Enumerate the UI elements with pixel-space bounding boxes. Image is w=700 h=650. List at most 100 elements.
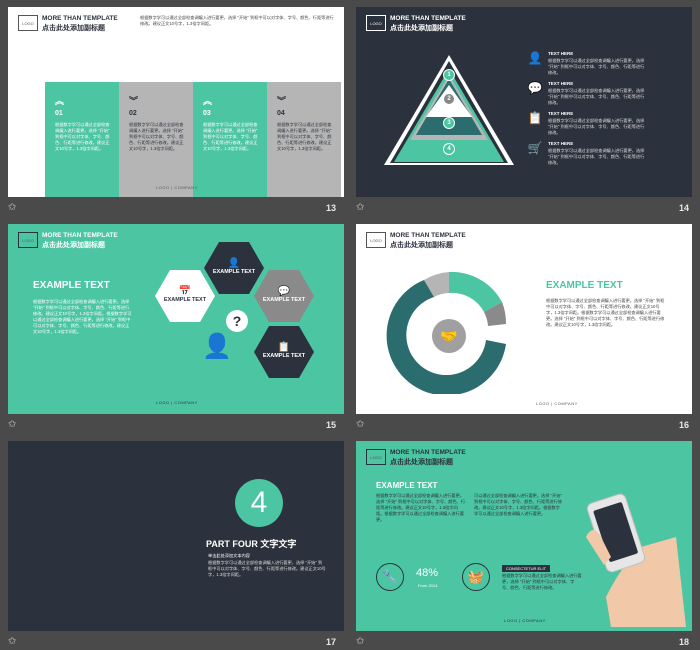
footer-logo: LOGO | COMPANY (156, 185, 198, 190)
part-number-badge: 4 (235, 479, 283, 527)
stat-subtitle: From 2014 (418, 583, 438, 588)
footer-logo: LOGO | COMPANY (156, 400, 198, 405)
chevron-down-icon: ︾ (129, 96, 139, 106)
hex-calendar: 📅 EXAMPLE TEXT (155, 270, 215, 322)
header-cn: 点击此处添加副标题 (390, 25, 453, 32)
clipboard-icon: 📋 (527, 111, 543, 125)
logo-box: LOGO (366, 449, 386, 465)
header-cn: 点击此处添加副标题 (390, 242, 453, 249)
clipboard-icon: 📋 (277, 342, 291, 353)
part-subtitle: 单击此处添加文本内容 (208, 553, 250, 558)
column-number: 01 (55, 110, 63, 117)
cart-icon: 🛒 (527, 141, 543, 155)
wrench-icon: 🔧 (376, 563, 404, 591)
feature-title: TEXT HERE (548, 111, 574, 116)
header-en: MORE THAN TEMPLATE (42, 15, 118, 22)
footer-logo: LOGO | COMPANY (536, 401, 578, 406)
feature-text: 根据数字学可以通过全部检查调编入进行要更，选择 "开始" 到框中可以对字体、字号… (548, 88, 645, 105)
star-icon[interactable]: ✩ (8, 202, 16, 213)
level-4-badge: 4 (443, 143, 455, 155)
hex-label: EXAMPLE TEXT (262, 297, 306, 303)
chevron-up-icon: ︽ (55, 96, 65, 106)
chat-icon: 💬 (277, 286, 291, 297)
stat-percent: 48% (416, 567, 439, 579)
column-text: 根据数字学可以通过全部检查调编入进行要更。选择 "开始" 到框中可以对字体、字号… (203, 122, 258, 151)
star-icon[interactable]: ✩ (8, 419, 16, 430)
column-2: ︾ 02 根据数字学可以通过全部检查调编入进行要更。选择 "开始" 到框中可以对… (119, 82, 193, 197)
header-en: MORE THAN TEMPLATE (390, 15, 466, 22)
person-icon: 👤 (202, 333, 232, 360)
hex-list: 📋 EXAMPLE TEXT (254, 326, 314, 378)
logo-box: LOGO (18, 232, 38, 248)
logo-box: LOGO (366, 15, 386, 31)
phone-in-hand-image (586, 493, 686, 627)
calendar-icon: 📅 (178, 286, 192, 297)
hex-label: EXAMPLE TEXT (212, 269, 256, 275)
feature-text: 根据数字学可以通过全部检查调编入进行要更，选择 "开始" 到框中可以对字体、字号… (548, 58, 645, 75)
header-cn: 点击此处添加副标题 (390, 459, 453, 466)
svg-text:🤝: 🤝 (440, 328, 457, 344)
column-text: 根据数字学可以通过全部检查调编入进行要更。选择 "开始" 到框中可以对字体、字号… (277, 122, 332, 151)
chevron-up-icon: ︽ (203, 96, 213, 106)
column-number: 04 (277, 110, 285, 117)
part-title-en: PART FOUR (206, 539, 258, 549)
text-right: 可以通过全部检查调编入进行要更。选择 "开始" 到框中可以对字体、字号、颜色、行… (474, 493, 562, 516)
slide-17[interactable]: 4 PART FOUR 文字文字 单击此处添加文本内容 根据数字学可以通过全部检… (8, 441, 344, 631)
star-icon[interactable]: ✩ (356, 636, 364, 647)
header-en: MORE THAN TEMPLATE (390, 449, 466, 456)
slide-15[interactable]: LOGO MORE THAN TEMPLATE 点击此处添加副标题 EXAMPL… (8, 224, 344, 414)
feature-text: 根据数字学可以通过全部检查调编入进行要更，选择 "开始" 到框中可以对字体、字号… (548, 148, 645, 165)
slide-13[interactable]: LOGO MORE THAN TEMPLATE 点击此处添加副标题 根据数字学可… (8, 7, 344, 197)
chat-icon: 💬 (527, 81, 543, 95)
slide-18[interactable]: LOGO MORE THAN TEMPLATE 点击此处添加副标题 EXAMPL… (356, 441, 692, 631)
level-3-badge: 3 (443, 117, 455, 129)
user-icon: 👤 (227, 258, 241, 269)
tag-label: CONSECTETUR ELIT (502, 565, 551, 572)
level-2-badge: 2 (443, 93, 455, 105)
hex-user: 👤 EXAMPLE TEXT (204, 242, 264, 294)
column-number: 03 (203, 110, 211, 117)
slide-number: 15 (326, 420, 337, 430)
section-text: 根据数字学可以通过全部检查调编入进行要更。选择 "开始" 到框中可以对字体、字号… (33, 299, 132, 334)
column-4: ︾ 04 根据数字学可以通过全部检查调编入进行要更。选择 "开始" 到框中可以对… (267, 82, 341, 197)
slide-number: 16 (679, 420, 690, 430)
star-icon[interactable]: ✩ (8, 636, 16, 647)
intro-text: 根据数字学可以通过全部检查调编入进行要更，选择 "开始" 到框中可以对字体、字号… (140, 15, 334, 26)
section-title: EXAMPLE TEXT (33, 280, 110, 291)
chevron-down-icon: ︾ (277, 96, 287, 106)
hex-label: EXAMPLE TEXT (163, 297, 207, 303)
user-icon: 👤 (527, 51, 543, 65)
section-title: EXAMPLE TEXT (546, 280, 623, 291)
slide-number: 13 (326, 203, 337, 213)
question-icon: ? (226, 310, 248, 332)
feature-text: 根据数字学可以通过全部检查调编入进行要更，选择 "开始" 到框中可以对字体、字号… (548, 118, 645, 135)
basket-icon: 🧺 (462, 563, 490, 591)
part-text: 根据数字学可以通过全部检查调编入进行要更，选择 "开始" 到框中可以对字体、字号… (208, 560, 326, 577)
slide-number: 18 (679, 637, 690, 647)
logo-box: LOGO (18, 15, 38, 31)
column-1: ︽ 01 根据数字学可以通过全部检查调编入进行要更。选择 "开始" 到框中可以对… (45, 82, 119, 197)
feature-title: TEXT HERE (548, 51, 574, 56)
hex-chat: 💬 EXAMPLE TEXT (254, 270, 314, 322)
ring-chart: 🤝 (386, 271, 507, 394)
star-icon[interactable]: ✩ (356, 202, 364, 213)
slide-14[interactable]: LOGO MORE THAN TEMPLATE 点击此处添加副标题 1 2 3 … (356, 7, 692, 197)
level-1-badge: 1 (443, 69, 455, 81)
slide-number: 14 (679, 203, 690, 213)
header-cn: 点击此处添加副标题 (42, 25, 105, 32)
column-text: 根据数字学可以通过全部检查调编入进行要更。选择 "开始" 到框中可以对字体、字号… (55, 122, 110, 151)
section-title: EXAMPLE TEXT (376, 481, 438, 490)
star-icon[interactable]: ✩ (356, 419, 364, 430)
part-title-cn: 文字文字 (260, 539, 297, 549)
header-en: MORE THAN TEMPLATE (42, 232, 118, 239)
hex-label: EXAMPLE TEXT (262, 353, 306, 359)
column-3: ︽ 03 根据数字学可以通过全部检查调编入进行要更。选择 "开始" 到框中可以对… (193, 82, 267, 197)
part-title: PART FOUR 文字文字 (206, 537, 296, 550)
slide-number: 17 (326, 637, 337, 647)
slide-16[interactable]: LOGO MORE THAN TEMPLATE 点击此处添加副标题 🤝 EXAM… (356, 224, 692, 414)
feature-title: TEXT HERE (548, 81, 574, 86)
section-text: 根据数字学可以通过全部检查调编入进行要更。选择 "开始" 到框中可以对字体、字号… (546, 298, 665, 327)
footer-logo: LOGO | COMPANY (504, 618, 546, 623)
feature-title: TEXT HERE (548, 141, 574, 146)
logo-box: LOGO (366, 232, 386, 248)
